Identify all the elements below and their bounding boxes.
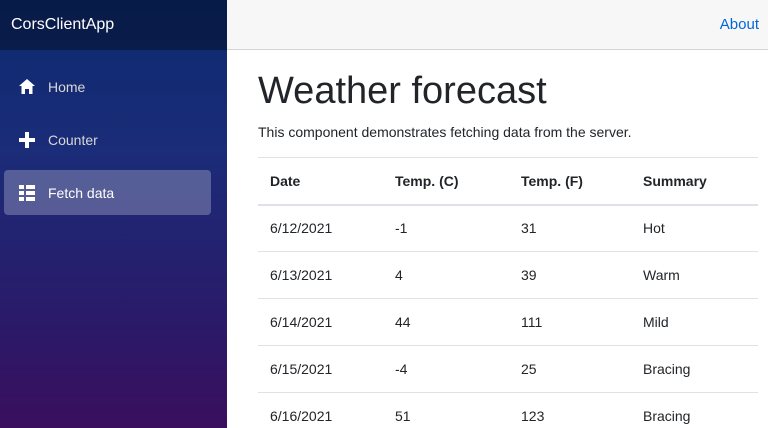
cell-summary: Warm	[631, 251, 758, 299]
cell-date: 6/14/2021	[258, 298, 383, 346]
cell-date: 6/12/2021	[258, 204, 383, 252]
about-link[interactable]: About	[720, 16, 759, 33]
column-header-summary: Summary	[631, 157, 758, 206]
sidebar-item-counter[interactable]: Counter	[4, 117, 211, 162]
table-row: 6/16/2021 51 123 Bracing	[258, 392, 758, 428]
plus-icon	[18, 131, 36, 149]
sidebar-item-label: Counter	[48, 131, 98, 148]
home-icon	[18, 78, 36, 96]
nav-menu: Home Counter Fetch data	[0, 50, 227, 215]
sidebar-item-label: Home	[48, 78, 86, 95]
cell-date: 6/15/2021	[258, 345, 383, 393]
page-title: Weather forecast	[258, 70, 547, 112]
cell-date: 6/16/2021	[258, 392, 383, 428]
cell-temp-f: 31	[509, 204, 631, 252]
cell-summary: Hot	[631, 204, 758, 252]
list-icon	[18, 184, 36, 202]
cell-summary: Bracing	[631, 392, 758, 428]
column-header-temp-c: Temp. (C)	[383, 157, 509, 206]
page-content: Weather forecast This component demonstr…	[227, 68, 768, 428]
cell-temp-c: -1	[383, 204, 509, 252]
cell-temp-c: 51	[383, 392, 509, 428]
table-row: 6/14/2021 44 111 Mild	[258, 298, 758, 346]
table-row: 6/12/2021 -1 31 Hot	[258, 204, 758, 252]
top-bar: About	[227, 0, 768, 50]
cell-temp-c: 44	[383, 298, 509, 346]
cell-temp-f: 39	[509, 251, 631, 299]
cell-temp-c: -4	[383, 345, 509, 393]
cell-temp-c: 4	[383, 251, 509, 299]
page-description: This component demonstrates fetching dat…	[258, 124, 632, 140]
app-brand-link[interactable]: CorsClientApp	[11, 16, 114, 34]
table-body: 6/12/2021 -1 31 Hot 6/13/2021 4 39 Warm …	[258, 204, 758, 428]
weather-table: Date Temp. (C) Temp. (F) Summary 6/12/20…	[258, 157, 758, 428]
table-header: Date Temp. (C) Temp. (F) Summary	[258, 157, 758, 206]
sidebar-item-fetch-data[interactable]: Fetch data	[4, 170, 211, 215]
cell-summary: Bracing	[631, 345, 758, 393]
cell-summary: Mild	[631, 298, 758, 346]
main-area: About Weather forecast This component de…	[227, 0, 768, 428]
column-header-temp-f: Temp. (F)	[509, 157, 631, 206]
cell-temp-f: 123	[509, 392, 631, 428]
sidebar: CorsClientApp Home Counter Fetch data	[0, 0, 227, 428]
sidebar-item-home[interactable]: Home	[4, 64, 211, 109]
brand-bar: CorsClientApp	[0, 0, 227, 50]
cell-temp-f: 25	[509, 345, 631, 393]
cell-date: 6/13/2021	[258, 251, 383, 299]
app-window: CorsClientApp Home Counter Fetch data Ab…	[0, 0, 768, 428]
table-row: 6/15/2021 -4 25 Bracing	[258, 345, 758, 393]
table-header-row: Date Temp. (C) Temp. (F) Summary	[258, 157, 758, 206]
table-row: 6/13/2021 4 39 Warm	[258, 251, 758, 299]
sidebar-item-label: Fetch data	[48, 184, 115, 201]
cell-temp-f: 111	[509, 298, 631, 346]
column-header-date: Date	[258, 157, 383, 206]
